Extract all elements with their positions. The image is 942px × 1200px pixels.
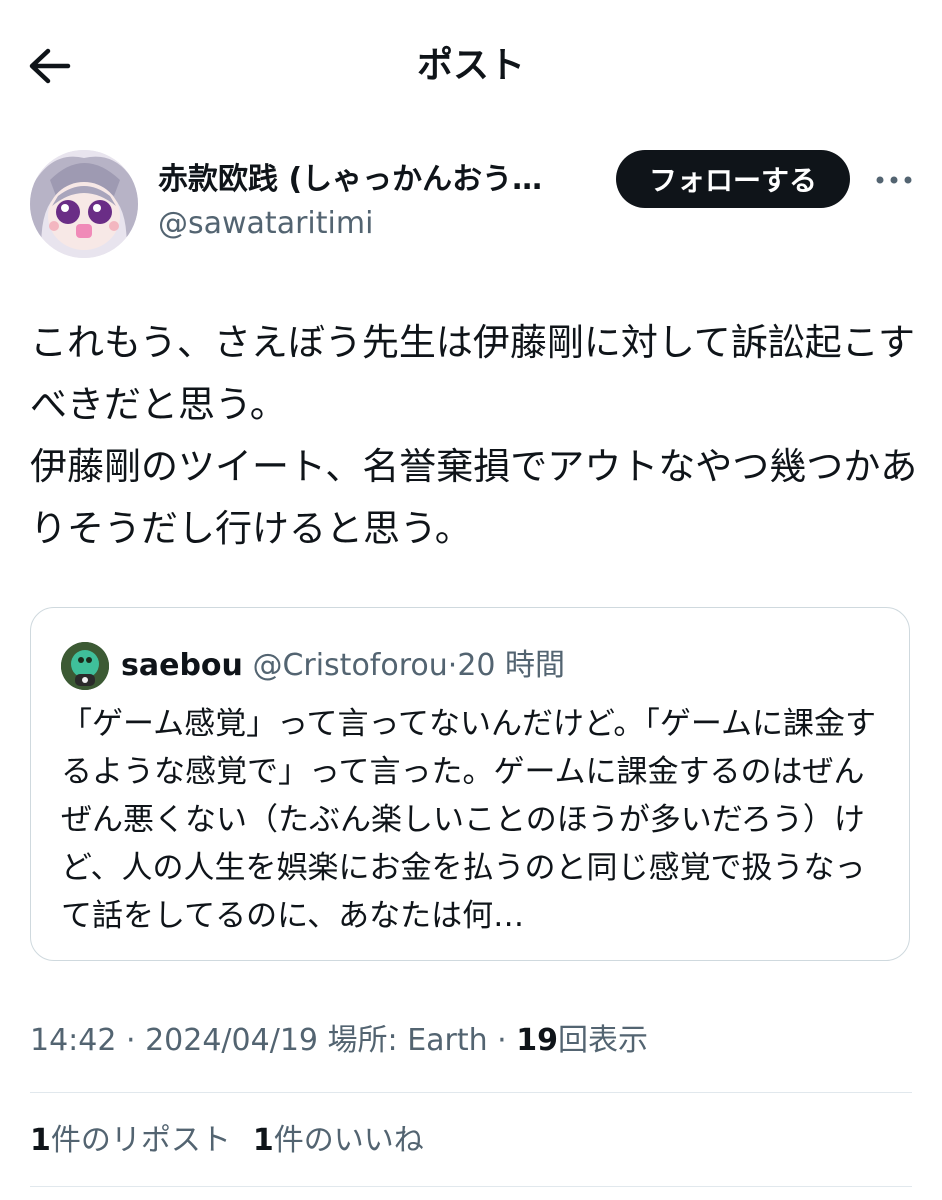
likes-stat[interactable]: 1件のいいね bbox=[253, 1118, 424, 1164]
reposts-count: 1 bbox=[30, 1123, 51, 1158]
reposts-label: 件のリポスト bbox=[50, 1123, 231, 1158]
likes-label: 件のいいね bbox=[273, 1123, 424, 1158]
quoted-time: 20 時間 bbox=[457, 648, 566, 683]
quoted-text: 「ゲーム感覚」って言ってないんだけど。「ゲームに課金するような感覚で」って言った… bbox=[61, 706, 876, 934]
avatar[interactable] bbox=[30, 150, 138, 258]
meta-separator: · bbox=[116, 1023, 146, 1058]
top-bar: ポスト bbox=[0, 0, 942, 130]
page-title: ポスト bbox=[416, 45, 525, 86]
quoted-separator: · bbox=[447, 648, 458, 683]
post-text: これもう、さえぼう先生は伊藤剛に対して訴訟起こすべきだと思う。 伊藤剛のツイート… bbox=[30, 321, 918, 550]
likes-count: 1 bbox=[252, 1123, 274, 1158]
follow-button[interactable]: フォローする bbox=[616, 150, 850, 208]
views-label: 回表示 bbox=[558, 1023, 648, 1058]
views-count: 19 bbox=[516, 1023, 558, 1058]
quoted-header: saebou @Cristoforou·20 時間 bbox=[121, 644, 565, 688]
quoted-avatar[interactable] bbox=[61, 642, 109, 690]
reposts-stat[interactable]: 1件のリポスト bbox=[30, 1118, 231, 1164]
divider bbox=[30, 1092, 912, 1093]
divider bbox=[30, 1186, 912, 1187]
quoted-post[interactable]: saebou @Cristoforou·20 時間 「ゲーム感覚」って言ってない… bbox=[30, 607, 910, 961]
post-date[interactable]: 2024/04/19 bbox=[145, 1023, 318, 1058]
post-location: 場所: Earth bbox=[327, 1023, 488, 1058]
post-meta: 14:42 · 2024/04/19 場所: Earth · 19回表示 bbox=[30, 1018, 648, 1064]
quoted-display-name: saebou bbox=[121, 648, 243, 683]
user-handle[interactable]: @sawataritimi bbox=[158, 204, 373, 244]
engagement-stats: 1件のリポスト 1件のいいね bbox=[30, 1118, 446, 1164]
meta-separator: · bbox=[487, 1023, 517, 1058]
display-name[interactable]: 赤款欧践 (しゃっかんおう… bbox=[158, 160, 608, 200]
post-author: 赤款欧践 (しゃっかんおう… @sawataritimi フォローする bbox=[30, 148, 920, 258]
quoted-handle: @Cristoforou bbox=[252, 648, 448, 683]
more-horizontal-icon[interactable] bbox=[874, 162, 914, 198]
post-time[interactable]: 14:42 bbox=[30, 1023, 116, 1058]
